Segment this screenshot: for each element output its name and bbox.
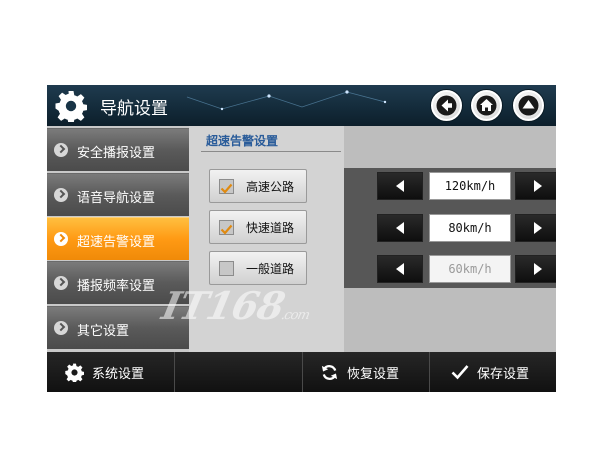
sidebar-item-label: 播报频率设置 xyxy=(77,279,156,294)
sidebar-item-label: 语音导航设置 xyxy=(77,191,156,206)
gear-icon xyxy=(55,91,87,122)
checkmark-icon xyxy=(220,224,233,235)
system-settings-label: 系统设置 xyxy=(92,366,145,382)
triangle-left-icon xyxy=(396,180,404,192)
watermark-suffix: .com xyxy=(279,308,311,323)
highway-speed-value: 120km/h xyxy=(429,172,511,200)
normal-road-speed-value: 60km/h xyxy=(429,255,511,283)
up-arrow-icon xyxy=(518,95,539,116)
triangle-right-icon xyxy=(534,180,542,192)
section-title: 超速告警设置 xyxy=(206,134,279,148)
chevron-right-icon xyxy=(54,276,68,290)
page-title: 导航设置 xyxy=(100,99,168,119)
back-button[interactable] xyxy=(431,90,462,121)
highway-checkbox[interactable] xyxy=(219,179,234,194)
watermark: IT168.com xyxy=(158,283,316,328)
expressway-increase-button[interactable] xyxy=(515,214,556,242)
refresh-icon xyxy=(321,364,338,380)
chevron-right-icon xyxy=(54,321,68,335)
header-bar: 导航设置 xyxy=(47,85,556,126)
normal-road-decrease-button[interactable] xyxy=(377,255,423,283)
expressway-speed-value: 80km/h xyxy=(429,214,511,242)
sidebar-item-label: 超速告警设置 xyxy=(77,235,156,250)
chevron-right-icon xyxy=(54,143,68,157)
restore-settings-button[interactable]: 恢复设置 xyxy=(302,352,429,392)
restore-settings-label: 恢复设置 xyxy=(347,366,400,382)
save-settings-label: 保存设置 xyxy=(477,366,530,382)
triangle-left-icon xyxy=(396,263,404,275)
highway-label: 高速公路 xyxy=(246,180,295,194)
chevron-right-icon xyxy=(54,232,68,246)
back-arrow-icon xyxy=(436,95,457,116)
sidebar-item-label: 安全播报设置 xyxy=(77,146,156,161)
watermark-text: IT168 xyxy=(158,283,289,328)
system-settings-button[interactable]: 系统设置 xyxy=(47,352,174,392)
expressway-label: 快速道路 xyxy=(246,221,295,235)
expressway-checkbox-toggle[interactable]: 快速道路 xyxy=(209,210,307,244)
checkmark-icon xyxy=(220,183,233,194)
triangle-right-icon xyxy=(534,263,542,275)
expressway-checkbox[interactable] xyxy=(219,220,234,235)
normal-road-checkbox-toggle[interactable]: 一般道路 xyxy=(209,251,307,285)
sidebar-item-speed-alert[interactable]: 超速告警设置 xyxy=(47,217,189,260)
normal-road-checkbox[interactable] xyxy=(219,261,234,276)
home-button[interactable] xyxy=(471,90,502,121)
footer-divider xyxy=(174,352,175,392)
section-divider xyxy=(201,151,341,152)
normal-road-increase-button[interactable] xyxy=(515,255,556,283)
highway-decrease-button[interactable] xyxy=(377,172,423,200)
home-icon xyxy=(476,95,497,116)
normal-road-label: 一般道路 xyxy=(246,262,295,276)
chevron-right-icon xyxy=(54,188,68,202)
nav-settings-screen: 导航设置 安全播报设置 语音导航设置 超速告警设置 播报频率设置 其它设置 超速… xyxy=(47,85,556,392)
sidebar-item-label: 其它设置 xyxy=(77,324,130,339)
sidebar-item-voice-navigation[interactable]: 语音导航设置 xyxy=(47,173,189,216)
checkmark-icon xyxy=(451,365,469,380)
triangle-left-icon xyxy=(396,222,404,234)
highway-checkbox-toggle[interactable]: 高速公路 xyxy=(209,169,307,203)
gear-icon xyxy=(65,363,84,382)
up-button[interactable] xyxy=(513,90,544,121)
expressway-decrease-button[interactable] xyxy=(377,214,423,242)
save-settings-button[interactable]: 保存设置 xyxy=(429,352,556,392)
triangle-right-icon xyxy=(534,222,542,234)
footer-bar: 系统设置 恢复设置 保存设置 xyxy=(47,352,556,392)
sidebar-item-safety-broadcast[interactable]: 安全播报设置 xyxy=(47,128,189,171)
highway-increase-button[interactable] xyxy=(515,172,556,200)
